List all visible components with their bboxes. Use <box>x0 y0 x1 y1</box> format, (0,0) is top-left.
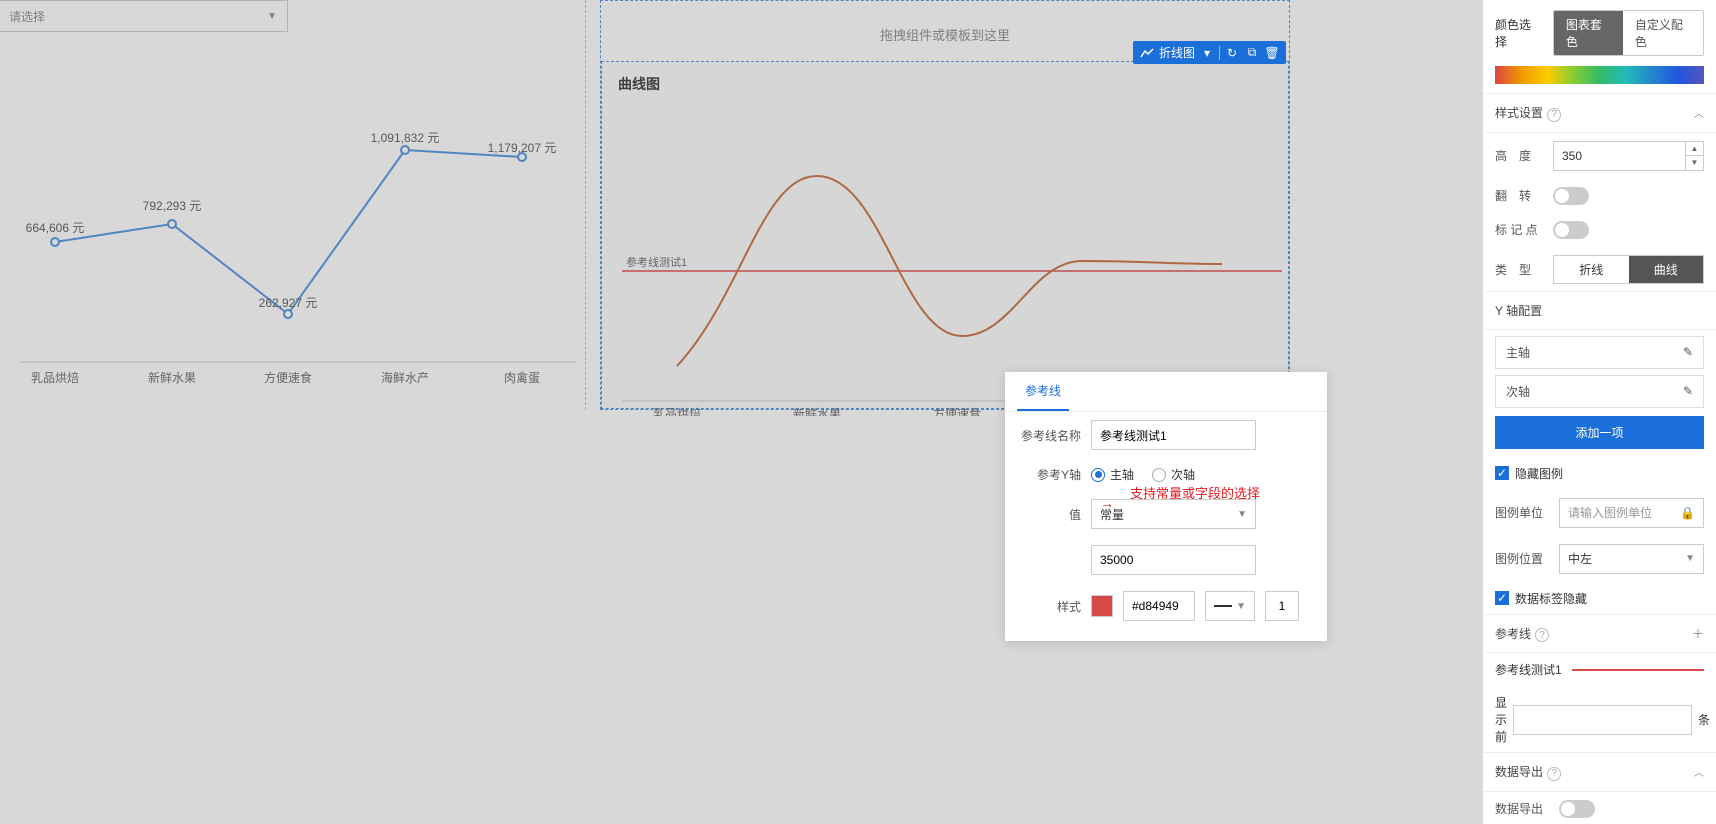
chart-title: 曲线图 <box>602 62 1288 106</box>
refline-name-label: 参考线名称 <box>1021 427 1081 444</box>
color-palette[interactable] <box>1495 66 1704 84</box>
chart-toolbar: 折线图 ▾ ↻ ⧉ 🗑 <box>1133 41 1286 64</box>
help-icon: ? <box>1535 628 1549 642</box>
svg-text:海鲜水产: 海鲜水产 <box>381 370 429 385</box>
svg-text:乳品烘焙: 乳品烘焙 <box>31 370 79 385</box>
type-line-btn[interactable]: 折线 <box>1554 256 1629 283</box>
marker-toggle[interactable] <box>1553 221 1589 239</box>
refline-sample <box>1572 669 1704 671</box>
annotation-arrow-icon: → <box>1100 495 1114 511</box>
legend-pos-label: 图例位置 <box>1495 550 1549 567</box>
show-top-input[interactable] <box>1513 705 1692 735</box>
drop-canvas: 拖拽组件或模板到这里 折线图 ▾ ↻ ⧉ 🗑 曲线图 参考线测试1 乳品烘焙新鲜… <box>600 0 1290 410</box>
type-curve-btn[interactable]: 曲线 <box>1629 256 1704 283</box>
chevron-down-icon: ▼ <box>267 11 277 22</box>
hide-data-label-label: 数据标签隐藏 <box>1515 590 1587 607</box>
color-select-label: 颜色选择 <box>1495 16 1541 50</box>
help-icon: ? <box>1547 108 1561 122</box>
tab-refline[interactable]: 参考线 <box>1017 372 1069 411</box>
edit-icon[interactable]: ✎ <box>1683 345 1693 359</box>
refline-name-input[interactable] <box>1091 420 1256 450</box>
yaxis-section-header[interactable]: Y 轴配置 <box>1483 291 1716 330</box>
refline-config-popup: 参考线 参考线名称 参考Y轴 主轴 次轴 值 常量 ▼ 样式 <box>1005 372 1327 641</box>
svg-text:参考线测试1: 参考线测试1 <box>626 255 687 269</box>
legend-unit-label: 图例单位 <box>1495 504 1549 521</box>
property-panel: 颜色选择 图表套色 自定义配色 样式设置? ︿ 高 度 350 ▲ ▼ 翻 转 … <box>1482 0 1716 824</box>
refline-item[interactable]: 参考线测试1 <box>1483 653 1716 686</box>
refresh-icon[interactable]: ↻ <box>1224 45 1240 61</box>
show-top-label: 显示前 <box>1495 694 1507 745</box>
height-label: 高 度 <box>1495 147 1543 164</box>
chevron-up-icon: ︿ <box>1694 764 1704 779</box>
export-label: 数据导出 <box>1495 800 1549 817</box>
legend-unit-input[interactable]: 请输入图例单位 🔒 <box>1559 498 1704 528</box>
chevron-down-icon[interactable]: ▾ <box>1199 45 1215 61</box>
data-label: 262,927 元 <box>259 296 318 310</box>
radio-main-axis[interactable]: 主轴 <box>1091 466 1134 483</box>
delete-icon[interactable]: 🗑 <box>1264 45 1280 61</box>
annotation-text: 支持常量或字段的选择 <box>1130 483 1260 502</box>
value-input[interactable] <box>1091 545 1256 575</box>
chart-type-label[interactable]: 折线图 <box>1159 44 1195 61</box>
chevron-up-icon: ︿ <box>1694 105 1704 120</box>
export-section-header[interactable]: 数据导出? ︿ <box>1483 752 1716 792</box>
line-chart-icon <box>1139 45 1155 61</box>
flip-label: 翻 转 <box>1495 187 1543 204</box>
chevron-down-icon: ▼ <box>1685 553 1695 564</box>
left-line-chart-panel: 请选择 ▼ 664,606 元 792,293 元 262,927 元 1,09… <box>0 0 586 410</box>
data-label: 1,179,207 元 <box>488 141 557 155</box>
spinner-down-icon[interactable]: ▼ <box>1686 156 1703 170</box>
svg-text:新鲜水果: 新鲜水果 <box>793 406 841 416</box>
legend-pos-select[interactable]: 中左 ▼ <box>1559 544 1704 574</box>
refline-section-header[interactable]: 参考线? ＋ <box>1483 614 1716 654</box>
svg-text:方便速食: 方便速食 <box>264 370 312 385</box>
radio-secondary-axis[interactable]: 次轴 <box>1152 466 1195 483</box>
data-label: 664,606 元 <box>26 221 85 235</box>
export-toggle[interactable] <box>1559 800 1595 818</box>
type-label: 类 型 <box>1495 261 1543 278</box>
hide-legend-checkbox[interactable]: ✓ <box>1495 466 1509 480</box>
style-section-header[interactable]: 样式设置? ︿ <box>1483 93 1716 133</box>
curve-chart: 参考线测试1 乳品烘焙 新鲜水果 方便速食 <box>602 106 1292 416</box>
hide-legend-label: 隐藏图例 <box>1515 465 1563 482</box>
lock-icon: 🔒 <box>1680 506 1695 520</box>
add-axis-button[interactable]: 添加一项 <box>1495 416 1704 449</box>
hide-data-label-checkbox[interactable]: ✓ <box>1495 591 1509 605</box>
secondary-axis-item[interactable]: 次轴 ✎ <box>1495 375 1704 408</box>
marker-label: 标 记 点 <box>1495 221 1543 238</box>
help-icon: ? <box>1547 767 1561 781</box>
edit-icon[interactable]: ✎ <box>1683 384 1693 398</box>
svg-text:方便速食: 方便速食 <box>933 406 981 416</box>
line-style-select[interactable]: ▼ <box>1205 591 1255 621</box>
curve-chart-container[interactable]: 曲线图 参考线测试1 乳品烘焙新鲜水果方便速食 <box>601 61 1289 409</box>
flip-toggle[interactable] <box>1553 187 1589 205</box>
ref-yaxis-label: 参考Y轴 <box>1021 466 1081 483</box>
items-unit: 条 <box>1698 711 1710 728</box>
value-label: 值 <box>1021 506 1081 523</box>
value-type-select[interactable]: 常量 ▼ <box>1091 499 1256 529</box>
style-label: 样式 <box>1021 598 1081 615</box>
height-input[interactable]: 350 ▲ ▼ <box>1553 141 1704 171</box>
color-picker[interactable] <box>1091 595 1113 617</box>
data-label: 1,091,832 元 <box>371 131 440 145</box>
color-hex-input[interactable] <box>1123 591 1195 621</box>
copy-icon[interactable]: ⧉ <box>1244 45 1260 61</box>
theme-color-tab[interactable]: 图表套色 <box>1554 11 1623 55</box>
chevron-down-icon: ▼ <box>1237 509 1247 520</box>
svg-text:肉禽蛋: 肉禽蛋 <box>504 370 540 385</box>
series-select[interactable]: 请选择 ▼ <box>0 0 288 32</box>
select-placeholder: 请选择 <box>9 8 45 25</box>
line-chart: 664,606 元 792,293 元 262,927 元 1,091,832 … <box>0 32 586 402</box>
add-icon[interactable]: ＋ <box>1692 625 1704 642</box>
custom-color-tab[interactable]: 自定义配色 <box>1623 11 1703 55</box>
main-axis-item[interactable]: 主轴 ✎ <box>1495 336 1704 369</box>
data-label: 792,293 元 <box>143 199 202 213</box>
svg-text:新鲜水果: 新鲜水果 <box>148 370 196 385</box>
svg-text:乳品烘焙: 乳品烘焙 <box>653 406 701 416</box>
line-width-input[interactable] <box>1265 591 1299 621</box>
spinner-up-icon[interactable]: ▲ <box>1686 142 1703 157</box>
